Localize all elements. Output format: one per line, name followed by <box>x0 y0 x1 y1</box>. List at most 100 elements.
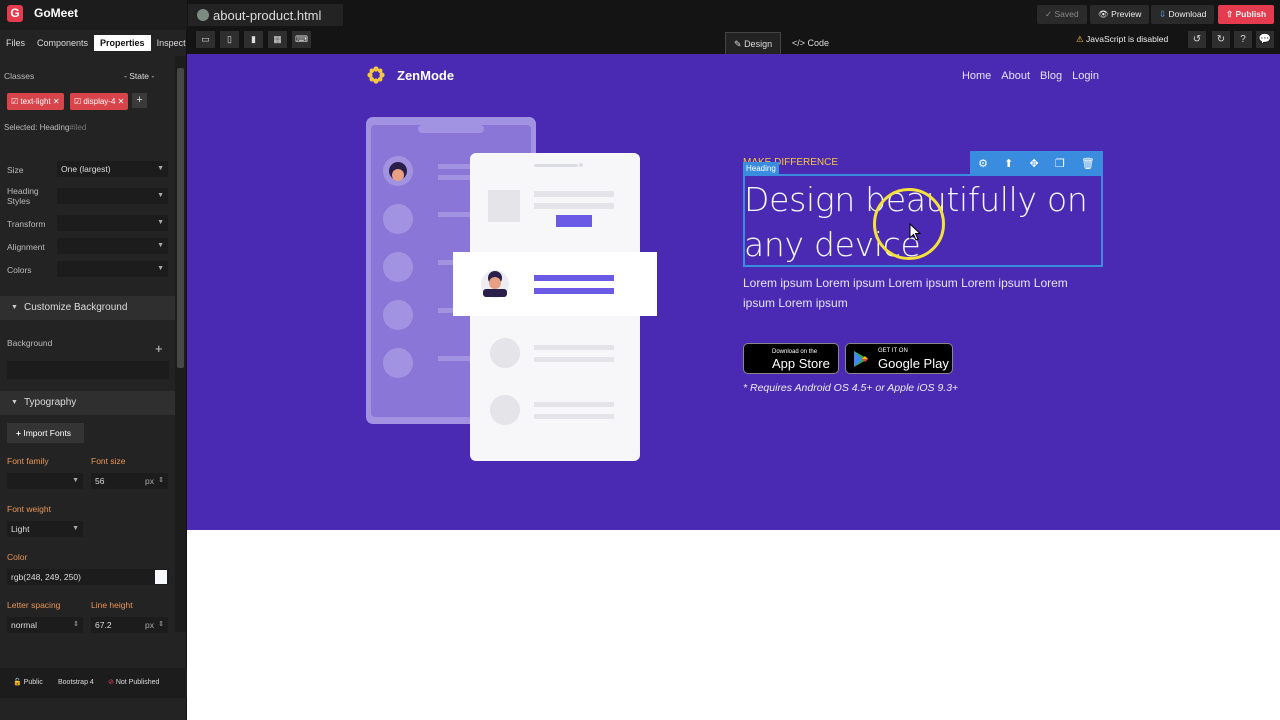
gear-icon[interactable]: ⚙ <box>978 157 988 170</box>
publish-button[interactable]: ⇧ Publish <box>1218 5 1275 24</box>
add-background-button[interactable]: + <box>155 341 163 356</box>
letter-spacing-input[interactable]: normal ⇕ <box>7 617 83 633</box>
arrow-up-icon[interactable]: ⬆ <box>1004 157 1013 170</box>
add-class-button[interactable]: + <box>132 93 147 108</box>
phone-illustration[interactable] <box>366 117 658 462</box>
background-label: Background <box>7 338 53 348</box>
tab-code[interactable]: </> Code <box>784 32 837 54</box>
letter-spacing-label: Letter spacing <box>7 600 61 610</box>
hero-lead[interactable]: Lorem ipsum Lorem ipsum Lorem ipsum Lore… <box>743 273 1103 313</box>
flower-icon <box>367 66 385 84</box>
hero-section[interactable]: ZenMode Home About Blog Login MAKE DIFFE… <box>187 54 1280 530</box>
font-size-input[interactable]: 56 px ⇕ <box>91 473 168 489</box>
element-toolbar: ⚙ ⬆ ✥ ❐ 🗑 <box>970 151 1103 175</box>
size-label: Size <box>7 165 24 175</box>
class-chip-text-light[interactable]: ☑ text-light ✕ <box>7 93 64 110</box>
caret-down-icon: ▼ <box>11 304 18 311</box>
redo-button[interactable]: ↻ <box>1212 31 1230 48</box>
mobile-view-button[interactable]: ▮ <box>244 31 263 48</box>
site-nav: Home About Blog Login <box>952 70 1099 82</box>
bootstrap-badge: Bootstrap 4 <box>58 679 94 686</box>
move-icon[interactable]: ✥ <box>1029 157 1038 170</box>
nav-link-home[interactable]: Home <box>962 70 991 82</box>
undo-icon: ↺ <box>1192 34 1202 45</box>
plus-icon: + <box>16 428 21 438</box>
tab-components[interactable]: Components <box>31 35 94 51</box>
scrollbar-thumb[interactable] <box>177 68 184 368</box>
panel-footer: 🔓 Public Bootstrap 4 ⊘ Not Published <box>0 668 187 698</box>
font-weight-select[interactable]: Light ▼ <box>7 521 83 537</box>
chevron-down-icon: ▼ <box>157 242 164 249</box>
preview-button[interactable]: 👁 Preview <box>1090 5 1150 24</box>
transform-select[interactable]: ▼ <box>57 215 168 231</box>
download-button[interactable]: ⇩ Download <box>1151 5 1215 24</box>
classes-label: Classes <box>4 71 35 81</box>
chat-button[interactable]: 💬 <box>1256 31 1274 48</box>
publish-icon: ⇧ <box>1226 9 1234 19</box>
chevron-down-icon: ▼ <box>157 165 164 172</box>
chevron-down-icon: ▼ <box>72 477 79 484</box>
chevron-down-icon: ▼ <box>157 265 164 272</box>
file-icon <box>197 9 209 21</box>
eye-icon: 👁 <box>1098 9 1109 19</box>
tab-properties[interactable]: Properties <box>94 35 151 51</box>
font-family-select[interactable]: ▼ <box>7 473 83 489</box>
tablet-icon: ▯ <box>227 34 232 44</box>
app-name: GoMeet <box>34 6 79 20</box>
keyboard-view-button[interactable]: ⌨ <box>292 31 311 48</box>
state-select[interactable]: - State - <box>124 71 154 81</box>
size-select[interactable]: One (largest) ▼ <box>57 161 168 177</box>
top-bar: about-product.html ✓ Saved 👁 Preview ⇩ D… <box>187 0 1280 54</box>
undo-button[interactable]: ↺ <box>1188 31 1206 48</box>
google-play-badge[interactable]: GET IT ON Google Play <box>845 343 953 374</box>
stepper-icon[interactable]: ⇕ <box>158 617 164 633</box>
class-chip-display-4[interactable]: ☑ display-4 ✕ <box>70 93 129 110</box>
colors-select[interactable]: ▼ <box>57 261 168 277</box>
background-input[interactable] <box>7 361 169 379</box>
design-canvas[interactable]: ZenMode Home About Blog Login MAKE DIFFE… <box>187 54 1280 720</box>
nav-link-login[interactable]: Login <box>1072 70 1099 82</box>
heading-styles-select[interactable]: ▼ <box>57 188 168 204</box>
app-header: G GoMeet <box>0 0 187 30</box>
desktop-view-button[interactable]: ▭ <box>196 31 215 48</box>
heading-styles-label: Heading Styles <box>7 186 39 206</box>
tab-inspect[interactable]: Inspect <box>151 35 192 51</box>
color-input[interactable]: rgb(248, 249, 250) <box>7 569 169 585</box>
nav-link-about[interactable]: About <box>1001 70 1030 82</box>
line-height-input[interactable]: 67.2 px ⇕ <box>91 617 168 633</box>
section-customize-background[interactable]: ▼ Customize Background <box>0 296 175 320</box>
help-button[interactable]: ? <box>1234 31 1252 48</box>
panel-scrollbar[interactable] <box>175 56 186 632</box>
alignment-select[interactable]: ▼ <box>57 238 168 254</box>
stepper-icon[interactable]: ⇕ <box>158 473 164 489</box>
copy-icon[interactable]: ❐ <box>1055 157 1065 170</box>
not-published-badge: ⊘ Not Published <box>108 679 160 686</box>
panel-tabs: Files Components Properties Inspect <box>0 34 187 52</box>
color-swatch[interactable] <box>155 570 167 584</box>
chat-icon: 💬 <box>1258 34 1272 45</box>
color-label: Color <box>7 552 28 562</box>
tablet-view-button[interactable]: ▯ <box>220 31 239 48</box>
tab-files[interactable]: Files <box>0 35 31 51</box>
caret-down-icon: ▼ <box>11 399 18 406</box>
site-brand[interactable]: ZenMode <box>367 66 454 84</box>
stepper-icon[interactable]: ⇕ <box>73 617 79 633</box>
requirements-note[interactable]: * Requires Android OS 4.5+ or Apple iOS … <box>743 382 958 394</box>
section-typography[interactable]: ▼ Typography <box>0 391 175 415</box>
public-badge[interactable]: 🔓 Public <box>10 677 46 689</box>
line-height-label: Line height <box>91 600 133 610</box>
app-logo: G <box>7 5 23 22</box>
file-tab[interactable]: about-product.html <box>188 4 343 26</box>
app-store-badge[interactable]: Download on the App Store <box>743 343 839 374</box>
trash-icon[interactable]: 🗑 <box>1081 157 1095 170</box>
tab-design[interactable]: ✎ Design <box>725 32 782 54</box>
nav-link-blog[interactable]: Blog <box>1040 70 1062 82</box>
left-panel: G GoMeet Files Components Properties Ins… <box>0 0 187 720</box>
warning-icon: ⚠ <box>1076 34 1084 44</box>
import-fonts-button[interactable]: + Import Fonts <box>7 423 84 443</box>
check-icon: ✓ <box>1045 9 1053 19</box>
grid-view-button[interactable]: ▦ <box>268 31 287 48</box>
saved-button[interactable]: ✓ Saved <box>1037 5 1087 24</box>
desktop-icon: ▭ <box>201 34 210 44</box>
google-play-icon <box>854 351 868 367</box>
